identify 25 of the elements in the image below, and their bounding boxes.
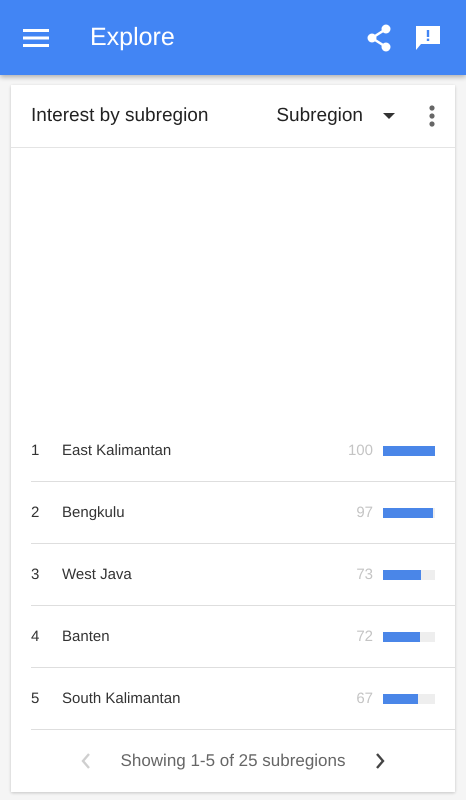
card-title: Interest by subregion	[31, 105, 208, 127]
rank-number: 2	[31, 504, 40, 521]
interest-value: 73	[356, 566, 373, 583]
region-name: Bengkulu	[62, 504, 126, 521]
rank-number: 1	[31, 442, 40, 459]
region-name: West Java	[62, 566, 133, 583]
feedback-icon[interactable]	[414, 24, 442, 52]
interest-value: 100	[348, 442, 373, 459]
caret-icon	[383, 113, 395, 119]
interest-value: 72	[356, 628, 373, 645]
rank-number: 3	[31, 566, 40, 583]
share-icon[interactable]	[366, 24, 392, 52]
menu-icon[interactable]	[23, 28, 49, 46]
region-name: South Kalimantan	[62, 690, 182, 707]
app-title: Explore	[90, 23, 175, 52]
region-name: East Kalimantan	[62, 442, 172, 459]
subregion-dropdown[interactable]: Subregion	[276, 99, 395, 133]
rank-number: 4	[31, 628, 40, 645]
chevron-right-icon[interactable]	[375, 753, 386, 769]
pagination-text: Showing 1-5 of 25 subregions	[120, 751, 346, 771]
more-options-icon[interactable]	[429, 105, 435, 127]
interest-value: 97	[356, 504, 373, 521]
interest-value: 67	[356, 690, 373, 707]
region-name: Banten	[62, 628, 111, 645]
rank-number: 5	[31, 690, 40, 707]
